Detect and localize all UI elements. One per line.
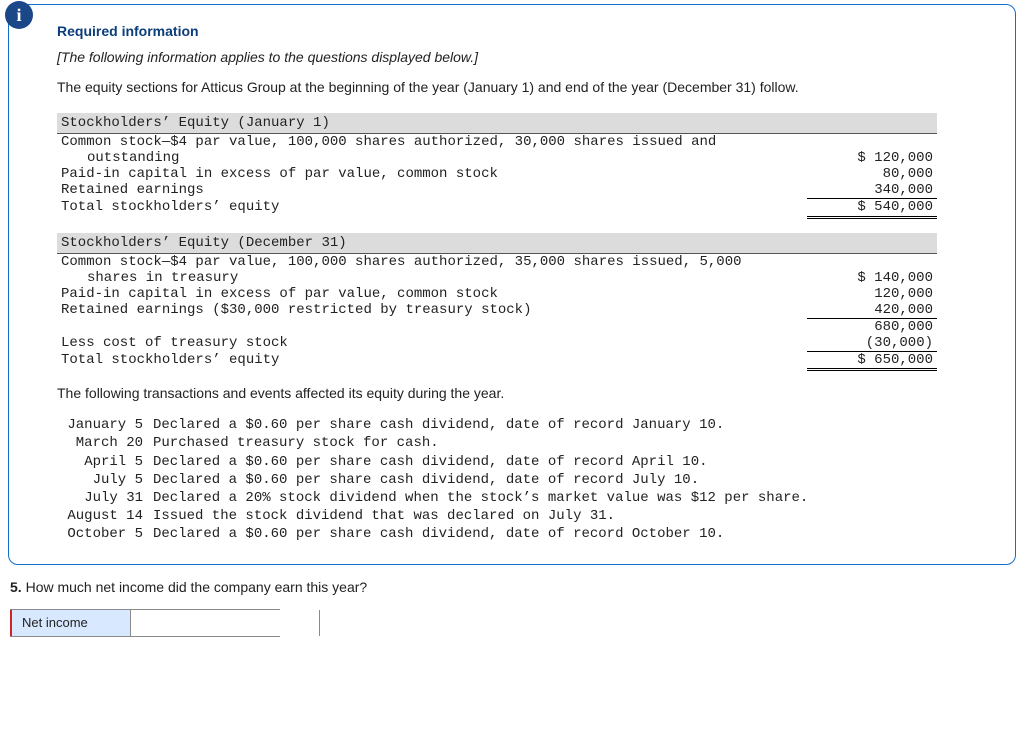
lead-sentence: The equity sections for Atticus Group at…: [57, 79, 989, 95]
answer-label: Net income: [10, 610, 130, 636]
tx-date: March 20: [59, 435, 151, 451]
equity-row-value: 420,000: [807, 302, 937, 319]
equity-less-label: Less cost of treasury stock: [57, 335, 807, 352]
tx-date: July 31: [59, 490, 151, 506]
equity-dec31-header: Stockholders’ Equity (December 31): [57, 233, 937, 254]
equity-row-value: 80,000: [807, 166, 937, 182]
tx-desc: Declared a 20% stock dividend when the s…: [153, 490, 808, 506]
tx-date: July 5: [59, 472, 151, 488]
mid-sentence: The following transactions and events af…: [57, 385, 989, 401]
equity-row-label: Paid-in capital in excess of par value, …: [57, 286, 807, 302]
tx-date: October 5: [59, 526, 151, 542]
equity-table-jan1: Stockholders’ Equity (January 1) Common …: [57, 113, 937, 219]
tx-desc: Declared a $0.60 per share cash dividend…: [153, 454, 808, 470]
tx-desc: Declared a $0.60 per share cash dividend…: [153, 472, 808, 488]
equity-total-value: $ 540,000: [807, 199, 937, 217]
question-number: 5.: [10, 579, 22, 595]
context-note: [The following information applies to th…: [57, 49, 989, 65]
tx-desc: Declared a $0.60 per share cash dividend…: [153, 526, 808, 542]
equity-total-value: $ 650,000: [807, 352, 937, 370]
question-text: How much net income did the company earn…: [22, 579, 368, 595]
transactions-table: January 5Declared a $0.60 per share cash…: [57, 415, 810, 544]
equity-row-label-cont: outstanding: [57, 150, 807, 166]
tx-date: January 5: [59, 417, 151, 433]
equity-less-value: (30,000): [807, 335, 937, 352]
equity-row-label: Common stock—$4 par value, 100,000 share…: [57, 134, 807, 151]
equity-row-label: Common stock—$4 par value, 100,000 share…: [57, 253, 807, 270]
answer-row: Net income: [10, 609, 280, 637]
equity-row-value: $ 140,000: [807, 270, 937, 286]
tx-date: August 14: [59, 508, 151, 524]
info-card: i Required information [The following in…: [8, 4, 1016, 565]
required-info-heading: Required information: [57, 23, 989, 39]
equity-row-label: Retained earnings ($30,000 restricted by…: [57, 302, 807, 319]
equity-table-dec31: Stockholders’ Equity (December 31) Commo…: [57, 233, 937, 372]
net-income-input[interactable]: [130, 610, 320, 636]
equity-row-label-cont: shares in treasury: [57, 270, 807, 286]
question-5: 5. How much net income did the company e…: [10, 579, 1024, 595]
equity-total-label: Total stockholders’ equity: [57, 199, 807, 217]
info-icon: i: [5, 1, 33, 29]
tx-desc: Purchased treasury stock for cash.: [153, 435, 808, 451]
tx-date: April 5: [59, 454, 151, 470]
equity-jan1-header: Stockholders’ Equity (January 1): [57, 113, 937, 134]
equity-row-value: 340,000: [807, 182, 937, 199]
equity-subtotal-value: 680,000: [807, 319, 937, 336]
equity-total-label: Total stockholders’ equity: [57, 352, 807, 370]
equity-row-value: $ 120,000: [807, 150, 937, 166]
tx-desc: Issued the stock dividend that was decla…: [153, 508, 808, 524]
equity-row-label: Retained earnings: [57, 182, 807, 199]
equity-row-label: Paid-in capital in excess of par value, …: [57, 166, 807, 182]
equity-row-value: 120,000: [807, 286, 937, 302]
tx-desc: Declared a $0.60 per share cash dividend…: [153, 417, 808, 433]
